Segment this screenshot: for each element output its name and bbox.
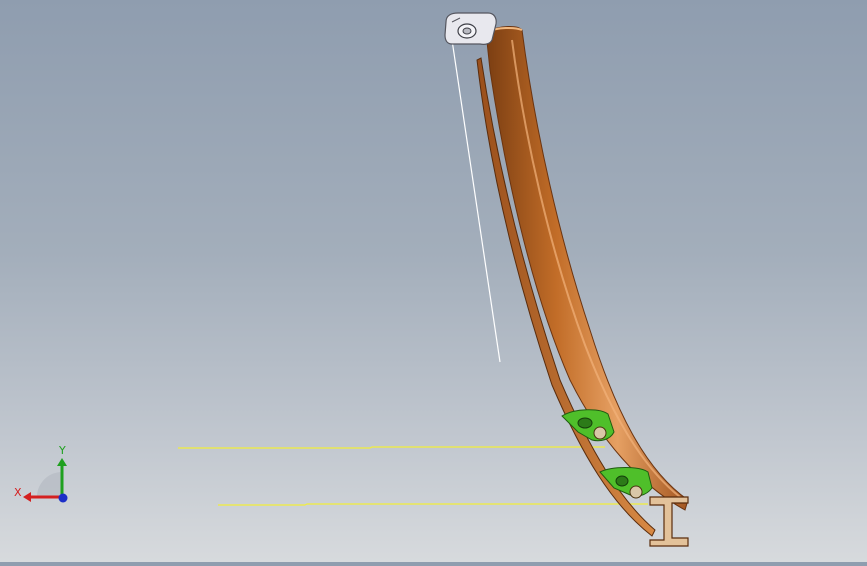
triad-quadrant [37, 472, 62, 497]
reference-triad[interactable]: Y X [12, 440, 82, 510]
y-axis-arrowhead [57, 458, 67, 466]
top-retractor-part[interactable] [444, 12, 497, 45]
guide-line-upper [178, 446, 605, 449]
x-axis-arrowhead [23, 492, 31, 502]
green-bracket-upper[interactable] [561, 409, 615, 442]
graphics-viewport[interactable]: Y X [0, 0, 867, 562]
z-axis-dot [58, 493, 68, 503]
guide-line-lower [218, 503, 648, 506]
y-axis-label: Y [58, 444, 66, 457]
x-axis-label: X [14, 486, 22, 499]
model-canvas[interactable] [0, 0, 867, 562]
